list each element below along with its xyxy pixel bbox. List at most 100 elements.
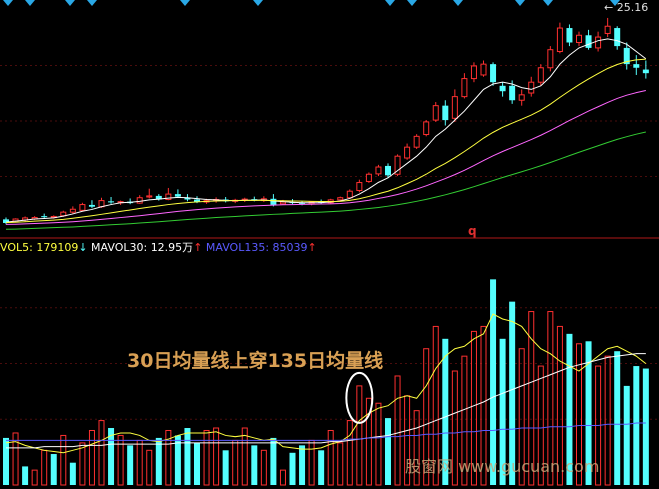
candle-27 <box>260 196 267 203</box>
candle-body-39 <box>375 166 382 175</box>
candle-body-43 <box>413 135 420 148</box>
mavol135-label: MAVOL135: <box>205 241 273 254</box>
candle-body-11 <box>108 201 115 203</box>
vol5-arrow: ↓ <box>78 241 88 254</box>
candle-body-60 <box>576 34 582 43</box>
candle-body-37 <box>356 182 363 191</box>
volume-bar-30 <box>289 452 296 485</box>
candle-body-42 <box>404 146 411 159</box>
volume-bar-9 <box>88 429 95 486</box>
top-diamond-0 <box>3 0 13 6</box>
volume-bar-5 <box>50 454 57 485</box>
candle-body-4 <box>41 216 48 218</box>
site-watermark: 股窗网 www.gucuan.com <box>405 457 600 476</box>
volume-bar-21 <box>203 429 210 486</box>
volume-bar-22 <box>213 427 220 486</box>
top-diamond-2 <box>65 0 75 6</box>
candle-body-35 <box>337 197 344 201</box>
candle-57 <box>547 46 554 72</box>
candle-67 <box>642 60 649 79</box>
price-high-value: 25.16 <box>616 1 649 14</box>
volume-bar-35 <box>337 442 344 486</box>
candle-65 <box>623 42 630 70</box>
price-panel[interactable] <box>3 17 649 230</box>
candle-44 <box>423 120 430 137</box>
candle-23 <box>222 196 229 203</box>
candle-body-55 <box>528 81 535 94</box>
volume-bar-33 <box>318 450 325 485</box>
candle-37 <box>356 179 363 193</box>
candle-39 <box>375 164 382 177</box>
price-high-marker: ← 25.16 <box>604 1 649 14</box>
vol5-value: 179109 <box>36 241 79 254</box>
candle-66 <box>633 55 640 75</box>
volume-bar-34 <box>327 429 334 486</box>
candle-15 <box>146 188 153 199</box>
top-diamond-9 <box>515 0 525 6</box>
volume-bar-10 <box>98 420 105 486</box>
candle-body-29 <box>279 201 286 205</box>
panel-indicator-q: q <box>468 224 477 238</box>
volume-bar-63 <box>604 355 611 486</box>
candle-body-66 <box>633 64 640 68</box>
volume-bar-64 <box>614 351 621 485</box>
candle-0 <box>3 217 9 225</box>
candle-body-54 <box>518 94 525 101</box>
volume-bar-67 <box>642 368 649 485</box>
volume-bar-27 <box>260 449 267 486</box>
candle-body-51 <box>490 64 497 83</box>
candle-42 <box>404 143 411 160</box>
candle-2 <box>22 216 29 222</box>
volume-bar-6 <box>60 434 67 486</box>
volume-bar-16 <box>155 437 162 485</box>
volume-bar-8 <box>79 442 86 486</box>
candle-body-62 <box>595 36 602 49</box>
candle-body-59 <box>566 28 573 43</box>
top-diamond-4 <box>180 0 190 6</box>
volume-bar-19 <box>184 428 191 485</box>
candle-body-40 <box>385 165 391 176</box>
candle-body-64 <box>614 28 621 47</box>
mavol30-label: MAVOL30: <box>91 241 151 254</box>
volume-bar-14 <box>136 439 143 486</box>
candle-body-36 <box>346 190 353 199</box>
candle-41 <box>394 154 401 177</box>
crossover-annotation: 30日均量线上穿135日均量线 <box>127 350 384 372</box>
top-diamond-1 <box>25 0 35 6</box>
candle-body-14 <box>136 197 143 204</box>
top-diamond-3 <box>87 0 97 6</box>
candle-63 <box>604 17 611 38</box>
candle-body-8 <box>79 204 86 211</box>
candle-60 <box>576 31 582 47</box>
candle-46 <box>442 100 449 126</box>
candle-58 <box>556 22 563 54</box>
top-diamond-6 <box>385 0 395 6</box>
mavol5-line <box>5 313 647 454</box>
candle-body-67 <box>642 69 649 74</box>
candle-52 <box>499 82 506 97</box>
candle-body-18 <box>174 194 181 197</box>
mavol30-arrow: ↑ <box>193 241 203 254</box>
mavol135-line <box>6 422 646 441</box>
candle-48 <box>461 73 468 99</box>
candle-51 <box>490 62 497 86</box>
candle-13 <box>127 198 134 205</box>
volume-bar-65 <box>623 385 630 485</box>
candle-body-46 <box>442 105 449 121</box>
candle-45 <box>432 102 439 122</box>
candle-body-15 <box>146 195 153 198</box>
candle-43 <box>413 134 420 149</box>
price-panel-grid <box>0 65 659 177</box>
candle-body-50 <box>480 63 487 76</box>
volume-bar-41 <box>394 375 401 486</box>
candle-body-53 <box>509 85 516 101</box>
volume-bar-0 <box>3 437 9 485</box>
candle-55 <box>528 76 535 97</box>
volume-bar-66 <box>633 366 640 485</box>
volume-bar-24 <box>232 439 239 486</box>
candle-11 <box>108 196 115 204</box>
volume-bar-4 <box>41 449 48 486</box>
candle-body-56 <box>537 67 544 83</box>
volume-bar-3 <box>31 469 38 486</box>
volume-bar-29 <box>279 469 286 486</box>
